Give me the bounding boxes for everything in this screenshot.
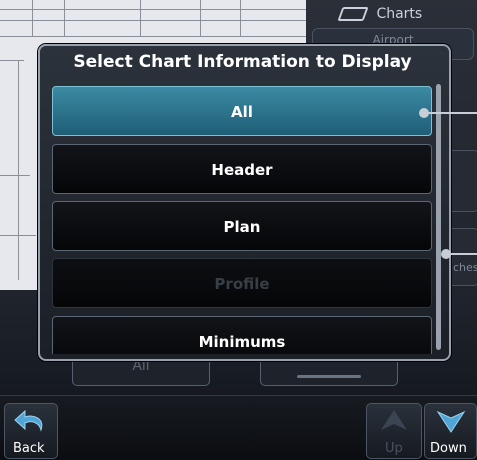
charts-header: Charts [337,6,470,30]
up-button[interactable]: Up [366,403,422,459]
dialog-scrollbar[interactable] [436,84,441,350]
bar-icon [297,375,361,378]
option-minimums-label: Minimums [198,333,286,351]
option-plan-label: Plan [223,218,261,236]
option-all-label: All [231,103,253,121]
option-profile: Profile [52,258,432,308]
option-all[interactable]: All [52,86,432,136]
charts-icon [337,7,369,21]
option-header[interactable]: Header [52,144,432,194]
up-label: Up [385,441,403,456]
back-button[interactable]: Back [4,403,58,459]
dialog-title: Select Chart Information to Display [73,52,412,72]
chart-info-options-list[interactable]: All Header Plan Profile Minimums [46,82,440,354]
down-label: Down [430,441,467,456]
approaches-button[interactable]: ches [448,228,477,286]
up-arrow-icon [381,410,407,430]
charts-title: Charts [376,6,423,22]
approaches-label: ches [453,261,477,274]
option-header-label: Header [211,161,273,179]
down-button[interactable]: Down [424,403,477,459]
scroll-leader-line [446,253,477,255]
side-panel-button[interactable] [448,150,477,212]
option-plan[interactable]: Plan [52,201,432,251]
option-profile-label: Profile [214,275,270,293]
selection-leader-line [424,112,477,114]
option-minimums[interactable]: Minimums [52,316,432,354]
down-arrow-icon [436,410,466,433]
back-arrow-icon [14,409,43,432]
back-label: Back [13,441,45,456]
